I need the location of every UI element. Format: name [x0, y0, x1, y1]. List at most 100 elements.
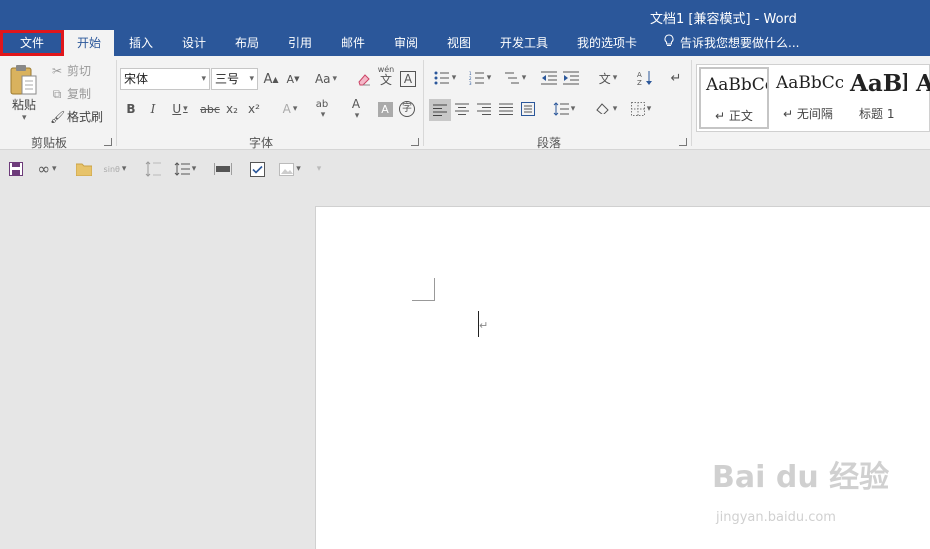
style-normal[interactable]: AaBbCcD ↵ 正文 — [699, 67, 769, 129]
change-case-button[interactable]: Aa — [311, 69, 341, 89]
tab-layout[interactable]: 布局 — [224, 30, 270, 56]
superscript-button[interactable]: x² — [244, 99, 264, 119]
margin-crop-mark — [412, 278, 435, 301]
save-icon[interactable] — [7, 159, 25, 179]
document-page[interactable]: ↵ — [315, 206, 930, 549]
format-painter-label: 格式刷 — [67, 110, 104, 124]
style-name: ↵ 正文 — [715, 109, 753, 123]
svg-text:A: A — [637, 71, 642, 79]
subscript-button[interactable]: x₂ — [222, 99, 242, 119]
character-border-icon[interactable]: A — [398, 69, 418, 89]
tab-developer[interactable]: 开发工具 — [492, 30, 556, 56]
borders-icon[interactable] — [625, 99, 657, 119]
font-name-value: 宋体 — [124, 72, 149, 86]
italic-button[interactable]: I — [143, 99, 163, 119]
chinese-layout-icon[interactable]: 文 — [592, 68, 624, 88]
paste-dropdown-arrow[interactable]: ▾ — [22, 113, 27, 123]
style-next[interactable]: A — [911, 67, 930, 129]
qat-overflow-icon[interactable]: ▾ — [312, 159, 326, 179]
phonetic-guide-button[interactable]: wén 文 — [376, 66, 396, 87]
ribbon-tabs: 文件 开始 插入 设计 布局 引用 邮件 审阅 视图 开发工具 我的选项卡 告诉… — [0, 30, 930, 56]
paste-button[interactable] — [8, 64, 44, 100]
grow-font-icon[interactable]: A ▲ — [261, 69, 281, 89]
increase-indent-icon[interactable] — [561, 68, 581, 88]
watermark-url: jingyan.baidu.com — [716, 510, 836, 525]
tell-me-box[interactable]: 告诉我您想要做什么... — [664, 30, 799, 56]
highlight-color-button[interactable]: ab — [307, 99, 337, 119]
enclose-characters-button[interactable]: 字 — [397, 99, 417, 119]
strikethrough-button[interactable]: abc — [198, 99, 222, 119]
show-marks-icon[interactable]: ↵ — [666, 68, 686, 88]
quick-access-toolbar: ∞ sinθ ▾ — [0, 151, 930, 187]
infinity-icon[interactable]: ∞ — [31, 159, 63, 179]
cut-button[interactable]: ✂ 剪切 — [50, 61, 91, 81]
multilevel-list-icon[interactable] — [499, 68, 531, 88]
shrink-font-icon[interactable]: A ▼ — [283, 69, 303, 89]
style-sample: AaBbCcD — [776, 73, 843, 93]
decrease-indent-icon[interactable] — [539, 68, 559, 88]
change-case-label: Aa — [314, 72, 331, 86]
line-spacing-icon[interactable] — [548, 99, 580, 119]
style-no-spacing[interactable]: AaBbCcD ↵ 无间隔 — [771, 67, 843, 129]
clipboard-group-label: 剪贴板 — [31, 136, 68, 150]
paragraph-spacing-icon[interactable] — [144, 159, 162, 179]
superscript-label: x² — [248, 102, 260, 116]
subscript-label: x₂ — [226, 102, 238, 116]
tab-review[interactable]: 审阅 — [383, 30, 429, 56]
justify-icon[interactable] — [496, 99, 516, 119]
bold-button[interactable]: B — [121, 99, 141, 119]
tab-insert[interactable]: 插入 — [118, 30, 164, 56]
format-painter-button[interactable]: 🖌 格式刷 — [50, 107, 103, 127]
paste-label[interactable]: 粘贴 — [12, 96, 36, 113]
font-size-combo[interactable]: 三号 ▾ — [211, 68, 258, 90]
paragraph-mark-icon: ↵ — [479, 319, 489, 332]
numbering-icon[interactable]: 123 — [464, 68, 496, 88]
font-name-combo[interactable]: 宋体 ▾ — [120, 68, 210, 90]
font-size-value: 三号 — [215, 72, 240, 86]
distributed-icon[interactable] — [518, 99, 538, 119]
sin-button[interactable]: sinθ — [99, 159, 131, 179]
checkbox-icon[interactable] — [248, 159, 266, 179]
paragraph-launcher-icon[interactable] — [679, 138, 687, 146]
field-icon[interactable] — [212, 159, 234, 179]
style-heading-1[interactable]: AaBb 标题 1 — [845, 67, 907, 129]
copy-icon: ⧉ — [52, 87, 62, 101]
font-color-icon: A — [351, 97, 361, 111]
line-spacing-qat-icon[interactable] — [169, 159, 201, 179]
underline-label: U — [172, 102, 182, 116]
text-effects-icon[interactable]: A — [275, 99, 305, 119]
svg-text:Z: Z — [637, 79, 642, 86]
tab-home[interactable]: 开始 — [64, 30, 114, 56]
italic-label: I — [150, 102, 156, 116]
clipboard-launcher-icon[interactable] — [104, 138, 112, 146]
bullets-icon[interactable] — [429, 68, 461, 88]
picture-icon[interactable] — [274, 159, 306, 179]
tell-me-text: 告诉我您想要做什么... — [680, 36, 800, 50]
clear-formatting-icon[interactable] — [354, 69, 374, 89]
sort-icon[interactable]: AZ — [635, 68, 655, 88]
tab-my-tab[interactable]: 我的选项卡 — [568, 30, 646, 56]
highlighter-icon: ab — [315, 98, 329, 110]
tab-references[interactable]: 引用 — [277, 30, 323, 56]
folder-icon[interactable] — [75, 159, 93, 179]
svg-text:3: 3 — [469, 81, 472, 85]
tab-view[interactable]: 视图 — [436, 30, 482, 56]
align-left-icon[interactable] — [429, 99, 451, 121]
copy-button[interactable]: ⧉ 复制 — [50, 84, 91, 104]
styles-gallery: AaBbCcD ↵ 正文 AaBbCcD ↵ 无间隔 AaBb 标题 1 A — [696, 64, 930, 132]
cut-label: 剪切 — [67, 64, 92, 78]
enclose-label: 字 — [399, 101, 415, 117]
group-separator — [116, 60, 117, 146]
tab-mailings[interactable]: 邮件 — [330, 30, 376, 56]
character-shading-icon[interactable]: A — [375, 99, 395, 119]
tab-file[interactable]: 文件 — [0, 30, 64, 56]
align-center-icon[interactable] — [452, 99, 472, 119]
style-sample-partial: A — [916, 70, 930, 97]
title-bar: 文档1 [兼容模式] - Word — [0, 0, 930, 30]
shading-icon[interactable] — [590, 99, 622, 119]
font-color-button[interactable]: A — [341, 97, 371, 119]
font-launcher-icon[interactable] — [411, 138, 419, 146]
tab-design[interactable]: 设计 — [171, 30, 217, 56]
underline-button[interactable]: U — [165, 99, 195, 119]
align-right-icon[interactable] — [474, 99, 494, 119]
